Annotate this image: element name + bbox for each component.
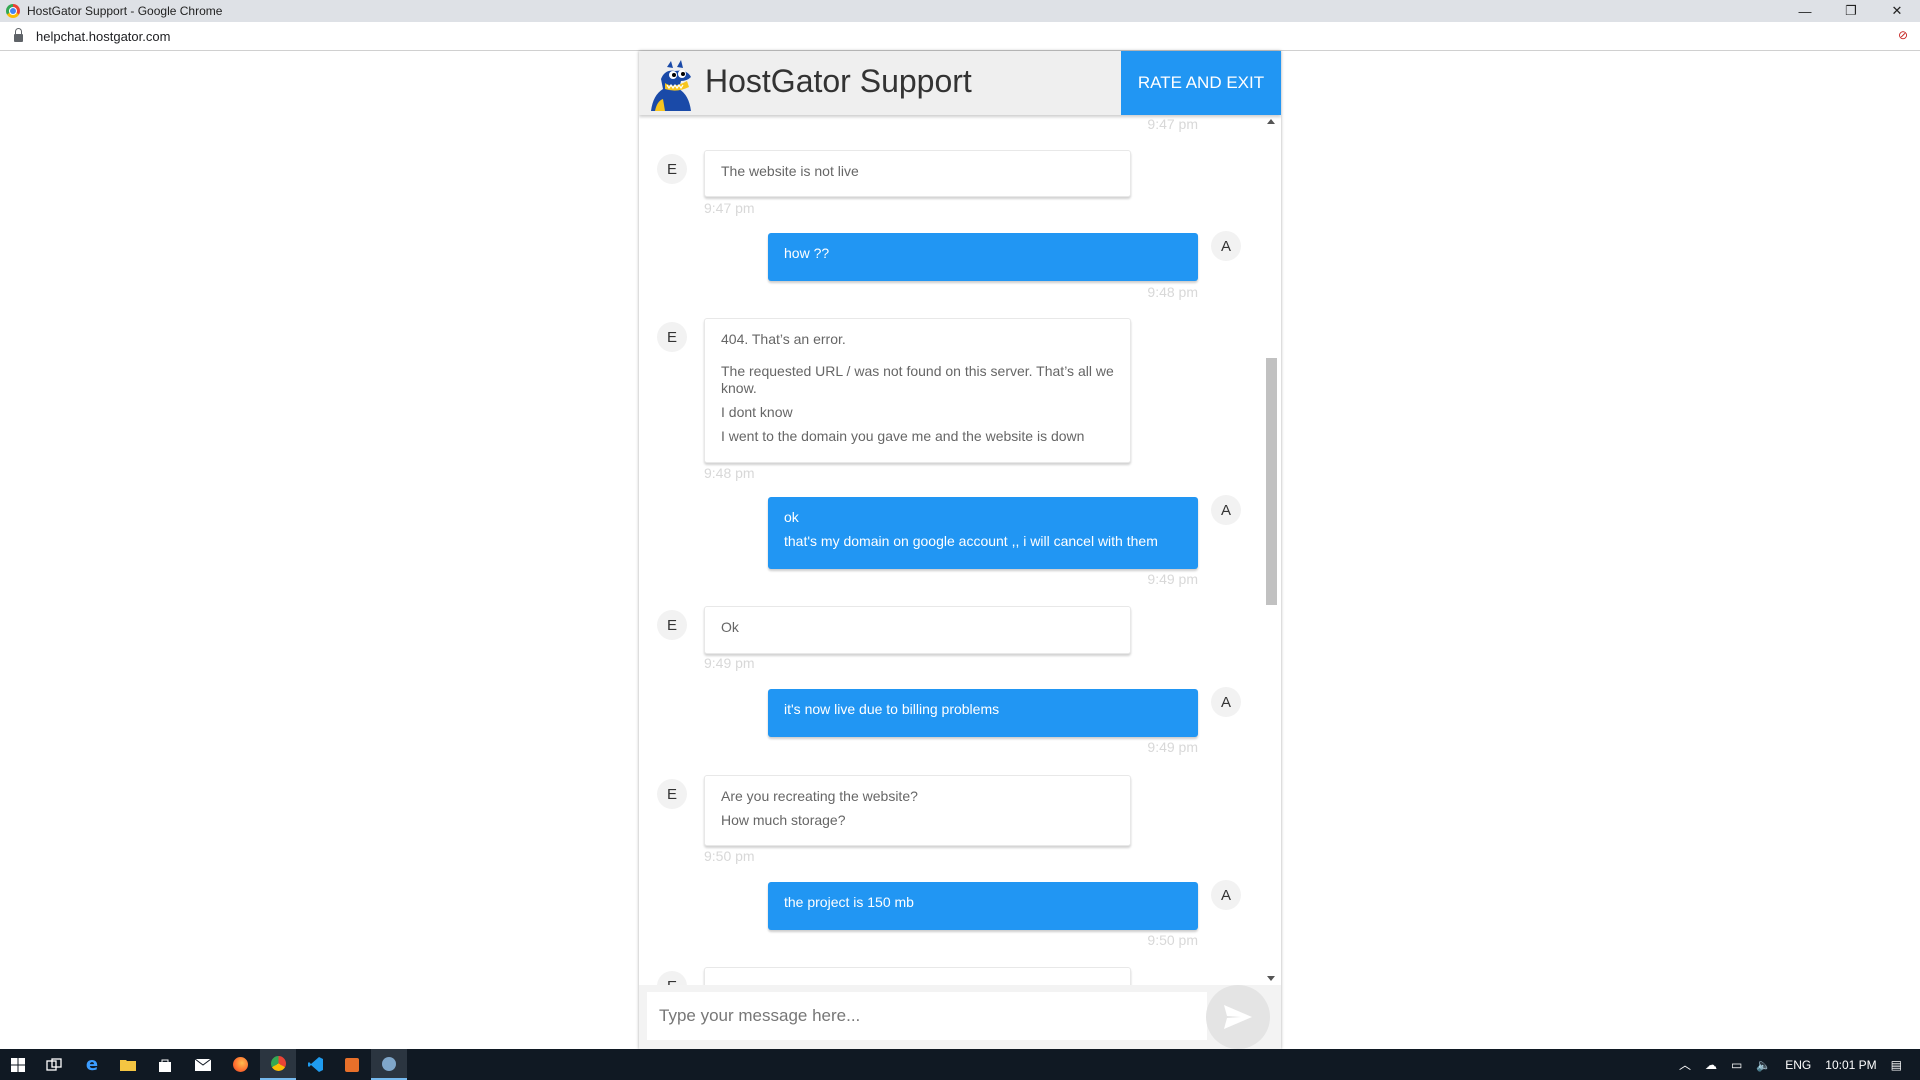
agent-message-bubble: Are you recreating the website? How much… [704,775,1131,846]
send-button[interactable] [1206,985,1270,1049]
chrome-icon [6,4,20,18]
message-timestamp: 9:48 pm [1147,284,1198,300]
message-text: Are you recreating the website? [721,788,918,804]
vscode-icon [307,1057,323,1072]
message-timestamp: 9:47 pm [1147,116,1198,132]
message-text: I went to the domain you gave me and the… [721,428,1085,444]
user-message-bubble: ok that's my domain on google account ,,… [768,497,1198,569]
user-message-bubble: the project is 150 mb [768,882,1198,930]
taskbar-mail[interactable] [185,1049,221,1080]
message-list[interactable]: 9:47 pm E The website is not live 9:47 p… [639,115,1261,985]
user-message-bubble: it's now live due to billing problems [768,689,1198,737]
user-message-bubble: how ?? [768,233,1198,281]
message-text: The website is not live [721,163,859,179]
agent-message-bubble: 404. That’s an error. The requested URL … [704,318,1131,463]
message-timestamp: 9:50 pm [704,848,755,864]
app-icon [345,1057,359,1072]
chat-title: HostGator Support [705,63,972,99]
scroll-down-icon[interactable] [1267,976,1275,981]
taskbar-chrome[interactable] [260,1049,296,1080]
browser-titlebar: HostGator Support - Google Chrome — ❐ ✕ [0,0,1920,22]
chevron-up-icon[interactable]: ︿ [1679,1056,1691,1073]
hostgator-logo-icon [651,60,691,111]
scrollbar-thumb[interactable] [1266,358,1277,605]
agent-avatar: E [657,322,687,352]
message-timestamp: 9:49 pm [704,655,755,671]
agent-message-bubble [704,967,1131,985]
app-icon [382,1056,396,1071]
message-text: it's now live due to billing problems [784,701,1000,717]
taskbar-file-explorer[interactable] [110,1049,146,1080]
lock-icon[interactable] [14,28,23,42]
chat-widget: HostGator Support RATE AND EXIT 9:47 pm … [639,51,1281,1049]
task-view-button[interactable] [36,1049,72,1080]
taskbar-store[interactable] [147,1049,183,1080]
agent-avatar: E [657,154,687,184]
message-text: How much storage? [721,812,846,828]
user-avatar: A [1211,687,1241,717]
message-text: the project is 150 mb [784,894,914,910]
volume-icon[interactable]: 🔈 [1756,1058,1771,1072]
message-input[interactable] [647,992,1207,1040]
onedrive-icon[interactable]: ☁ [1705,1058,1717,1072]
language-indicator[interactable]: ENG [1785,1058,1811,1072]
chrome-icon [270,1056,286,1071]
notifications-icon[interactable]: ▤ [1891,1058,1902,1072]
agent-avatar: E [657,610,687,640]
firefox-icon [232,1057,248,1072]
message-text: ok [784,509,799,525]
address-bar[interactable]: helpchat.hostgator.com ⊘ [0,22,1920,51]
folder-icon [120,1060,136,1071]
message-timestamp: 9:49 pm [1147,739,1198,755]
store-icon [159,1059,171,1072]
start-button[interactable] [0,1049,36,1080]
taskbar-vscode[interactable] [297,1049,333,1080]
send-icon [1224,1005,1252,1029]
blocked-icon[interactable]: ⊘ [1896,28,1910,42]
message-text: The requested URL / was not found on thi… [721,363,1114,396]
network-icon[interactable]: ▭ [1731,1058,1742,1072]
agent-avatar: E [657,779,687,809]
taskbar-app[interactable] [334,1049,370,1080]
message-scrollbar[interactable] [1261,115,1281,985]
restore-button[interactable]: ❐ [1828,0,1874,22]
os-taskbar: e ︿ ☁ ▭ 🔈 ENG 10:01 PM ▤ [0,1049,1920,1080]
user-avatar: A [1211,880,1241,910]
user-avatar: A [1211,231,1241,261]
agent-message-bubble: The website is not live [704,150,1131,197]
mail-icon [195,1058,211,1071]
message-timestamp: 9:48 pm [704,465,755,481]
task-view-icon [46,1057,62,1071]
user-avatar: A [1211,495,1241,525]
taskbar-app-active[interactable] [371,1049,407,1080]
message-timestamp: 9:50 pm [1147,932,1198,948]
window-controls: — ❐ ✕ [1782,0,1920,22]
taskbar-firefox[interactable] [222,1049,258,1080]
taskbar-edge[interactable]: e [74,1049,110,1080]
windows-icon [11,1057,25,1072]
window-title: HostGator Support - Google Chrome [27,4,223,18]
message-timestamp: 9:47 pm [704,200,755,216]
message-text: how ?? [784,245,830,261]
message-text: that's my domain on google account ,, i … [784,533,1158,549]
agent-avatar: E [657,971,687,985]
message-text: Ok [721,619,739,635]
rate-and-exit-button[interactable]: RATE AND EXIT [1121,51,1281,115]
clock[interactable]: 10:01 PM [1825,1058,1876,1072]
system-tray: ︿ ☁ ▭ 🔈 ENG 10:01 PM ▤ [1679,1049,1920,1080]
agent-message-bubble: Ok [704,606,1131,654]
message-text: I dont know [721,404,793,420]
message-composer [639,985,1281,1049]
url-text[interactable]: helpchat.hostgator.com [36,29,170,44]
edge-icon: e [85,1054,99,1075]
message-timestamp: 9:49 pm [1147,571,1198,587]
close-button[interactable]: ✕ [1874,0,1920,22]
minimize-button[interactable]: — [1782,0,1828,22]
chat-header: HostGator Support RATE AND EXIT [639,51,1281,115]
message-text: 404. That’s an error. [721,331,846,347]
scroll-up-icon[interactable] [1267,119,1275,124]
